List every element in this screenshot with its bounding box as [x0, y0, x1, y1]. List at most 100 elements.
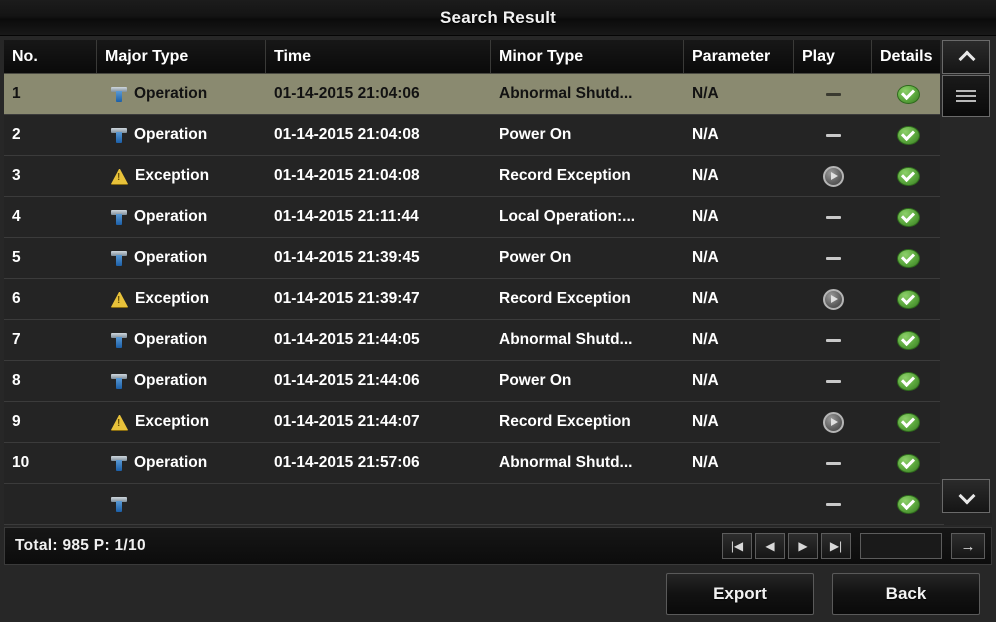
search-result-dialog: Search Result No. Major Type Time Minor … — [0, 0, 996, 622]
column-header-time[interactable]: Time — [266, 40, 491, 73]
first-page-button[interactable]: |◀ — [722, 533, 752, 559]
table-row[interactable]: 5 Operation 01-14-2015 21:39:45 Power On N/A — [4, 238, 944, 279]
cell-time: 01-14-2015 21:04:08 — [274, 167, 420, 184]
green-check-icon[interactable] — [896, 494, 920, 514]
go-to-page-button[interactable]: → — [951, 533, 985, 559]
table-row[interactable]: 6 Exception 01-14-2015 21:39:47 Record Exce… — [4, 279, 944, 320]
major-type-label: Operation — [134, 85, 208, 102]
cell-major-type: Exception — [97, 279, 266, 319]
cell-details[interactable] — [872, 443, 944, 483]
dialog-title: Search Result — [440, 7, 556, 27]
column-header-minor-type[interactable]: Minor Type — [491, 40, 684, 73]
column-header-no[interactable]: No. — [4, 40, 97, 73]
cell-major-type: Exception — [97, 402, 266, 442]
cell-play[interactable] — [794, 484, 872, 524]
next-page-button[interactable]: ▶ — [788, 533, 818, 559]
cell-details[interactable] — [872, 320, 944, 360]
page-number-input[interactable] — [860, 533, 942, 559]
cell-play[interactable] — [794, 238, 872, 278]
play-circle-icon[interactable] — [822, 288, 844, 310]
warning-icon — [111, 168, 128, 184]
last-page-button[interactable]: ▶| — [821, 533, 851, 559]
cell-parameter: N/A — [692, 85, 719, 102]
tool-icon — [111, 127, 127, 143]
major-type-label: Operation — [134, 372, 208, 389]
table-row[interactable]: 3 Exception 01-14-2015 21:04:08 Record Exce… — [4, 156, 944, 197]
cell-no: 1 — [12, 85, 21, 102]
scroll-thumb-grip-icon — [956, 90, 976, 92]
cell-details[interactable] — [872, 361, 944, 401]
status-bar: Total: 985 P: 1/10 |◀ ◀ ▶ ▶| → — [4, 527, 992, 565]
table-row[interactable] — [4, 484, 944, 525]
table-row[interactable]: 2 Operation 01-14-2015 21:04:08 Power On N/A — [4, 115, 944, 156]
major-type-label: Operation — [134, 454, 208, 471]
pagination-controls: |◀ ◀ ▶ ▶| → — [722, 533, 985, 559]
dash-icon — [825, 502, 841, 506]
green-check-icon[interactable] — [896, 371, 920, 391]
play-circle-icon[interactable] — [822, 165, 844, 187]
cell-details[interactable] — [872, 484, 944, 524]
table-row[interactable]: 4 Operation 01-14-2015 21:11:44 Local Opera… — [4, 197, 944, 238]
column-header-details[interactable]: Details — [872, 40, 944, 73]
table-row[interactable]: 9 Exception 01-14-2015 21:44:07 Record Exce… — [4, 402, 944, 443]
scroll-up-button[interactable] — [942, 40, 990, 74]
cell-time: 01-14-2015 21:44:06 — [274, 372, 420, 389]
green-check-icon[interactable] — [896, 125, 920, 145]
cell-play[interactable] — [794, 115, 872, 155]
table-row[interactable]: 10 Operation 01-14-2015 21:57:06 Abnormal S… — [4, 443, 944, 484]
green-check-icon[interactable] — [896, 453, 920, 473]
cell-major-type: Operation — [97, 320, 266, 360]
cell-time: 01-14-2015 21:04:06 — [274, 85, 420, 102]
cell-details[interactable] — [872, 74, 944, 114]
cell-play[interactable] — [794, 361, 872, 401]
dash-icon — [825, 461, 841, 465]
cell-minor-type: Record Exception — [499, 167, 631, 184]
green-check-icon[interactable] — [896, 207, 920, 227]
green-check-icon[interactable] — [896, 330, 920, 350]
table-row[interactable]: 1 Operation 01-14-2015 21:04:06 Abnormal Sh… — [4, 74, 944, 115]
tool-icon — [111, 496, 127, 512]
cell-play[interactable] — [794, 74, 872, 114]
cell-details[interactable] — [872, 115, 944, 155]
column-header-parameter[interactable]: Parameter — [684, 40, 794, 73]
cell-time: 01-14-2015 21:44:05 — [274, 331, 420, 348]
table-scrollbar[interactable] — [940, 40, 992, 513]
scroll-down-button[interactable] — [942, 479, 990, 513]
green-check-icon[interactable] — [896, 412, 920, 432]
cell-play[interactable] — [794, 156, 872, 196]
cell-parameter: N/A — [692, 208, 719, 225]
green-check-icon[interactable] — [896, 166, 920, 186]
table-row[interactable]: 7 Operation 01-14-2015 21:44:05 Abnormal Sh… — [4, 320, 944, 361]
scrollbar-thumb[interactable] — [942, 75, 990, 117]
cell-no: 8 — [12, 372, 21, 389]
scrollbar-track[interactable] — [942, 75, 990, 478]
cell-play[interactable] — [794, 320, 872, 360]
cell-play[interactable] — [794, 279, 872, 319]
cell-details[interactable] — [872, 402, 944, 442]
major-type-label: Operation — [134, 331, 208, 348]
dash-icon — [825, 215, 841, 219]
prev-page-button[interactable]: ◀ — [755, 533, 785, 559]
cell-time — [266, 484, 491, 524]
cell-details[interactable] — [872, 238, 944, 278]
total-count-label: Total: 985 P: 1/10 — [15, 537, 146, 554]
column-header-major-type[interactable]: Major Type — [97, 40, 266, 73]
table-header-row: No. Major Type Time Minor Type Parameter… — [4, 40, 992, 74]
column-header-play[interactable]: Play — [794, 40, 872, 73]
table-row[interactable]: 8 Operation 01-14-2015 21:44:06 Power On N/A — [4, 361, 944, 402]
tool-icon — [111, 86, 127, 102]
cell-details[interactable] — [872, 279, 944, 319]
cell-minor-type: Record Exception — [499, 290, 631, 307]
back-button[interactable]: Back — [832, 572, 980, 615]
export-button[interactable]: Export — [666, 572, 814, 615]
major-type-label: Operation — [134, 126, 208, 143]
cell-play[interactable] — [794, 443, 872, 483]
cell-details[interactable] — [872, 197, 944, 237]
cell-play[interactable] — [794, 402, 872, 442]
cell-details[interactable] — [872, 156, 944, 196]
green-check-icon[interactable] — [896, 289, 920, 309]
cell-play[interactable] — [794, 197, 872, 237]
play-circle-icon[interactable] — [822, 411, 844, 433]
green-check-icon[interactable] — [896, 84, 920, 104]
green-check-icon[interactable] — [896, 248, 920, 268]
